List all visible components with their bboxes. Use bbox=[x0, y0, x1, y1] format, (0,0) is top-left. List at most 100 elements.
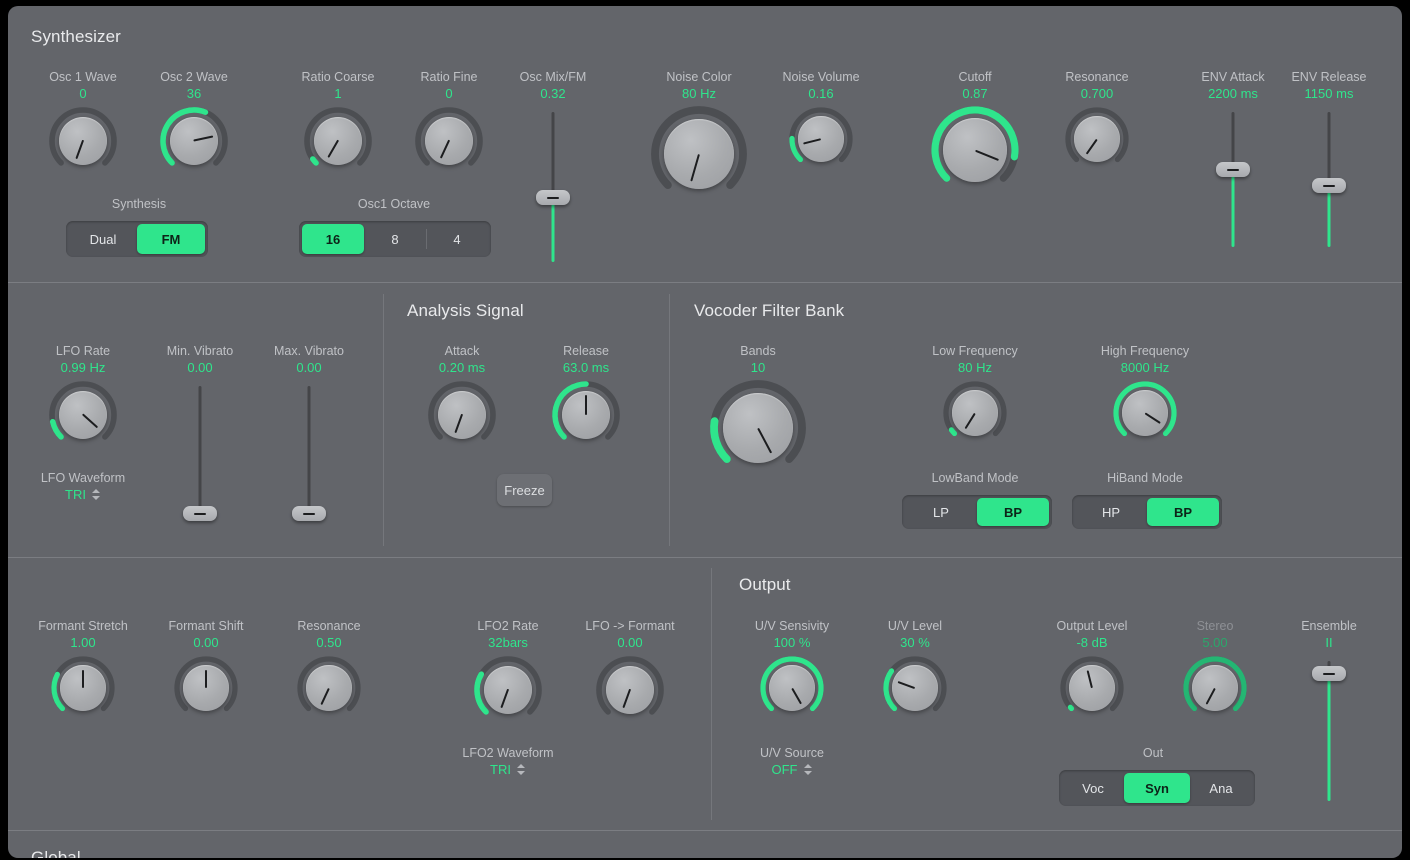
segment-hp[interactable]: HP bbox=[1075, 498, 1147, 526]
segmented-out-routing[interactable]: Voc Syn Ana bbox=[1059, 770, 1255, 806]
knob-low-frequency[interactable] bbox=[943, 381, 1007, 454]
control-osc1-wave[interactable]: Osc 1 Wave 0 bbox=[23, 70, 143, 184]
segment-bp[interactable]: BP bbox=[1147, 498, 1219, 526]
control-analysis-release[interactable]: Release 63.0 ms bbox=[526, 344, 646, 458]
segmented-synthesis[interactable]: Dual FM bbox=[66, 221, 208, 257]
slider-thumb[interactable] bbox=[183, 506, 217, 521]
control-ratio-fine[interactable]: Ratio Fine 0 bbox=[389, 70, 509, 184]
knob-high-frequency[interactable] bbox=[1113, 381, 1177, 454]
knob-analysis-attack[interactable] bbox=[428, 381, 496, 458]
slider-max-vibrato[interactable] bbox=[279, 386, 339, 521]
slider-thumb[interactable] bbox=[1312, 666, 1346, 681]
segment-4[interactable]: 4 bbox=[426, 224, 488, 254]
control-osc2-wave[interactable]: Osc 2 Wave 36 bbox=[134, 70, 254, 184]
segmented-lowband-mode[interactable]: LP BP bbox=[902, 495, 1052, 529]
segmented-hiband-mode[interactable]: HP BP bbox=[1072, 495, 1222, 529]
knob-bands[interactable] bbox=[710, 380, 806, 484]
knob-ratio-fine[interactable] bbox=[415, 107, 483, 184]
control-formant-resonance[interactable]: Resonance 0.50 bbox=[269, 619, 389, 729]
segmented-osc1-octave[interactable]: 16 8 4 bbox=[299, 221, 491, 257]
segment-bp[interactable]: BP bbox=[977, 498, 1049, 526]
control-low-frequency[interactable]: Low Frequency 80 Hz bbox=[915, 344, 1035, 454]
control-lfo-to-formant[interactable]: LFO -> Formant 0.00 bbox=[570, 619, 690, 733]
segment-voc[interactable]: Voc bbox=[1062, 773, 1124, 803]
knob-formant-shift[interactable] bbox=[174, 656, 238, 729]
control-value: 0.32 bbox=[540, 86, 566, 101]
segment-syn[interactable]: Syn bbox=[1124, 773, 1190, 803]
control-min-vibrato[interactable]: Min. Vibrato 0.00 bbox=[140, 344, 260, 521]
knob-noise-volume[interactable] bbox=[789, 107, 853, 180]
knob-formant-resonance[interactable] bbox=[297, 656, 361, 729]
segment-lp[interactable]: LP bbox=[905, 498, 977, 526]
label-hiband-mode: HiBand Mode bbox=[1107, 471, 1183, 485]
knob-resonance[interactable] bbox=[1065, 107, 1129, 180]
popup-lfo2-waveform[interactable]: TRI bbox=[490, 761, 526, 778]
knob-output-level[interactable] bbox=[1060, 656, 1124, 729]
knob-formant-stretch[interactable] bbox=[51, 656, 115, 729]
slider-thumb[interactable] bbox=[536, 190, 570, 205]
slider-env-attack[interactable] bbox=[1203, 112, 1263, 247]
knob-lfo2-rate[interactable] bbox=[474, 656, 542, 733]
knob-osc2-wave[interactable] bbox=[160, 107, 228, 184]
control-max-vibrato[interactable]: Max. Vibrato 0.00 bbox=[249, 344, 369, 521]
slider-env-release[interactable] bbox=[1299, 112, 1359, 247]
knob-stereo[interactable] bbox=[1183, 656, 1247, 729]
control-lfo-waveform[interactable]: LFO Waveform TRI bbox=[23, 471, 143, 504]
segment-dual[interactable]: Dual bbox=[69, 224, 137, 254]
control-resonance[interactable]: Resonance 0.700 bbox=[1037, 70, 1157, 180]
segment-fm[interactable]: FM bbox=[137, 224, 205, 254]
control-lfo2-waveform[interactable]: LFO2 Waveform TRI bbox=[448, 746, 568, 779]
control-ratio-coarse[interactable]: Ratio Coarse 1 bbox=[278, 70, 398, 184]
control-label: Ensemble bbox=[1301, 619, 1357, 633]
knob-ratio-coarse[interactable] bbox=[304, 107, 372, 184]
control-uv-sensivity[interactable]: U/V Sensivity 100 % bbox=[732, 619, 852, 729]
control-lfo2-rate[interactable]: LFO2 Rate 32bars bbox=[448, 619, 568, 733]
control-env-release[interactable]: ENV Release 1150 ms bbox=[1269, 70, 1389, 247]
control-analysis-attack[interactable]: Attack 0.20 ms bbox=[402, 344, 522, 458]
control-label: Min. Vibrato bbox=[166, 344, 234, 358]
segment-8[interactable]: 8 bbox=[364, 224, 426, 254]
slider-thumb[interactable] bbox=[1312, 178, 1346, 193]
control-value: -8 dB bbox=[1076, 635, 1108, 650]
slider-thumb[interactable] bbox=[292, 506, 326, 521]
control-value: 0.00 bbox=[296, 360, 322, 375]
control-bands[interactable]: Bands 10 bbox=[698, 344, 818, 484]
popup-uv-source[interactable]: OFF bbox=[772, 761, 813, 778]
knob-uv-level[interactable] bbox=[883, 656, 947, 729]
knob-noise-color[interactable] bbox=[651, 106, 747, 210]
control-uv-source[interactable]: U/V Source OFF bbox=[732, 746, 852, 779]
control-uv-level[interactable]: U/V Level 30 % bbox=[855, 619, 975, 729]
control-ensemble[interactable]: Ensemble II bbox=[1269, 619, 1389, 801]
control-value: 0.700 bbox=[1080, 86, 1114, 101]
segment-ana[interactable]: Ana bbox=[1190, 773, 1252, 803]
control-formant-shift[interactable]: Formant Shift 0.00 bbox=[146, 619, 266, 729]
control-output-level[interactable]: Output Level -8 dB bbox=[1032, 619, 1152, 729]
control-value: 5.00 bbox=[1202, 635, 1228, 650]
slider-ensemble[interactable] bbox=[1299, 661, 1359, 801]
control-cutoff[interactable]: Cutoff 0.87 bbox=[915, 70, 1035, 202]
knob-lfo-to-formant[interactable] bbox=[596, 656, 664, 733]
slider-osc-mix-fm[interactable] bbox=[523, 112, 583, 262]
popup-lfo-waveform[interactable]: TRI bbox=[65, 486, 101, 503]
control-noise-volume[interactable]: Noise Volume 0.16 bbox=[761, 70, 881, 180]
chevron-updown-icon bbox=[516, 763, 526, 776]
control-lfo-rate[interactable]: LFO Rate 0.99 Hz bbox=[23, 344, 143, 458]
control-osc-mix-fm[interactable]: Osc Mix/FM 0.32 bbox=[493, 70, 613, 262]
control-label: LFO Rate bbox=[55, 344, 111, 358]
control-stereo[interactable]: Stereo 5.00 bbox=[1155, 619, 1275, 729]
knob-analysis-release[interactable] bbox=[552, 381, 620, 458]
freeze-button[interactable]: Freeze bbox=[497, 474, 552, 506]
control-noise-color[interactable]: Noise Color 80 Hz bbox=[639, 70, 759, 210]
segment-16[interactable]: 16 bbox=[302, 224, 364, 254]
chevron-updown-icon bbox=[91, 488, 101, 501]
control-value: 80 Hz bbox=[682, 86, 716, 101]
knob-uv-sensivity[interactable] bbox=[760, 656, 824, 729]
knob-lfo-rate[interactable] bbox=[49, 381, 117, 458]
control-formant-stretch[interactable]: Formant Stretch 1.00 bbox=[23, 619, 143, 729]
control-high-frequency[interactable]: High Frequency 8000 Hz bbox=[1085, 344, 1205, 454]
slider-thumb[interactable] bbox=[1216, 162, 1250, 177]
slider-min-vibrato[interactable] bbox=[170, 386, 230, 521]
knob-cutoff[interactable] bbox=[931, 106, 1019, 202]
knob-osc1-wave[interactable] bbox=[49, 107, 117, 184]
control-label: Formant Stretch bbox=[38, 619, 128, 633]
